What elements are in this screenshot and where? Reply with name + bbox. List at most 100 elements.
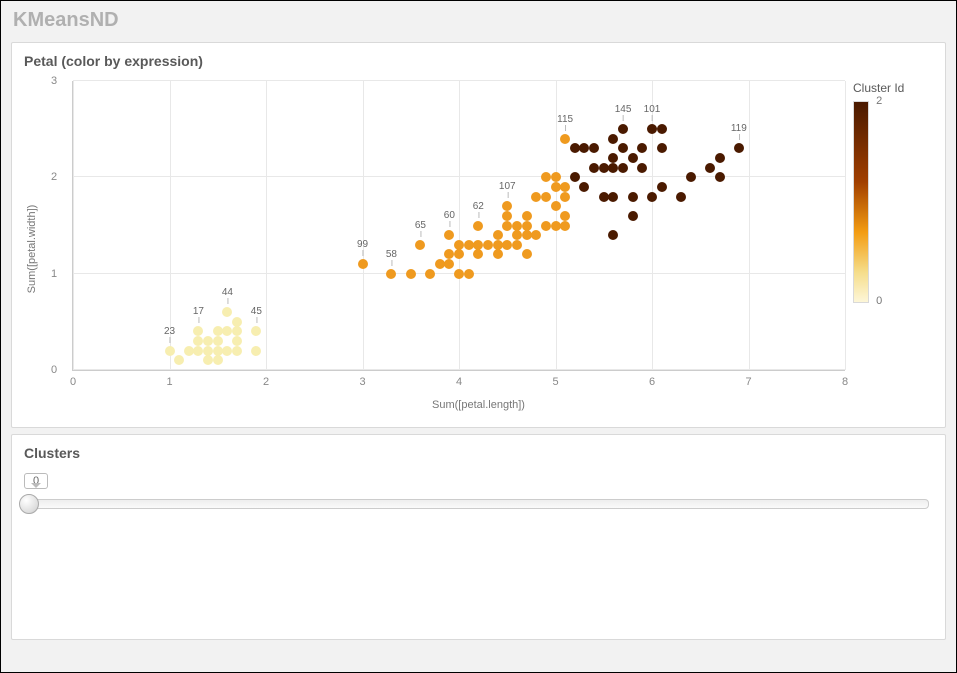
data-point[interactable]: [657, 124, 667, 134]
data-point[interactable]: [425, 269, 435, 279]
data-point[interactable]: [251, 326, 261, 336]
data-point[interactable]: [493, 230, 503, 240]
data-point[interactable]: [203, 336, 213, 346]
data-point[interactable]: [579, 182, 589, 192]
data-point[interactable]: [213, 336, 223, 346]
data-point[interactable]: [454, 240, 464, 250]
data-point[interactable]: [647, 124, 657, 134]
data-point[interactable]: [541, 172, 551, 182]
data-point[interactable]: [213, 355, 223, 365]
data-point[interactable]: [608, 153, 618, 163]
data-point[interactable]: [174, 355, 184, 365]
data-point[interactable]: [473, 240, 483, 250]
data-point[interactable]: [551, 182, 561, 192]
data-point[interactable]: [647, 192, 657, 202]
data-point[interactable]: [444, 249, 454, 259]
data-point[interactable]: [203, 355, 213, 365]
data-point[interactable]: [531, 192, 541, 202]
data-point[interactable]: [657, 143, 667, 153]
data-point[interactable]: [483, 240, 493, 250]
data-point[interactable]: [512, 230, 522, 240]
data-point[interactable]: [560, 134, 570, 144]
data-point[interactable]: [618, 163, 628, 173]
data-point[interactable]: [657, 182, 667, 192]
data-point[interactable]: [232, 336, 242, 346]
data-point[interactable]: [435, 259, 445, 269]
data-point[interactable]: [213, 346, 223, 356]
data-point[interactable]: [184, 346, 194, 356]
data-point[interactable]: [560, 182, 570, 192]
data-point[interactable]: [589, 143, 599, 153]
data-point[interactable]: [560, 221, 570, 231]
data-point[interactable]: [608, 134, 618, 144]
data-point[interactable]: [193, 336, 203, 346]
data-point[interactable]: [222, 346, 232, 356]
data-point[interactable]: [502, 221, 512, 231]
data-point[interactable]: [570, 143, 580, 153]
data-point[interactable]: [222, 326, 232, 336]
data-point[interactable]: [193, 326, 203, 336]
data-point[interactable]: [637, 163, 647, 173]
data-point[interactable]: [358, 259, 368, 269]
data-point[interactable]: [560, 192, 570, 202]
data-point[interactable]: [608, 230, 618, 240]
data-point[interactable]: [637, 143, 647, 153]
data-point[interactable]: [676, 192, 686, 202]
data-point[interactable]: [454, 249, 464, 259]
data-point[interactable]: [551, 172, 561, 182]
data-point[interactable]: [599, 192, 609, 202]
data-point[interactable]: [522, 221, 532, 231]
data-point[interactable]: [232, 326, 242, 336]
data-point[interactable]: [464, 240, 474, 250]
data-point[interactable]: [512, 240, 522, 250]
data-point[interactable]: [734, 143, 744, 153]
data-point[interactable]: [213, 326, 223, 336]
slider-track[interactable]: [28, 499, 929, 509]
data-point[interactable]: [473, 221, 483, 231]
data-point[interactable]: [618, 143, 628, 153]
data-point[interactable]: [493, 249, 503, 259]
data-point[interactable]: [473, 249, 483, 259]
data-point[interactable]: [541, 221, 551, 231]
data-point[interactable]: [618, 124, 628, 134]
chart-body[interactable]: Sum([petal.width]) 012345678012323174445…: [24, 73, 933, 413]
data-point[interactable]: [193, 346, 203, 356]
data-point[interactable]: [502, 211, 512, 221]
plot-area[interactable]: 0123456780123231744459958656062107115145…: [72, 81, 845, 371]
data-point[interactable]: [502, 240, 512, 250]
data-point[interactable]: [203, 346, 213, 356]
data-point[interactable]: [715, 172, 725, 182]
data-point[interactable]: [628, 192, 638, 202]
data-point[interactable]: [454, 269, 464, 279]
slider-thumb[interactable]: [19, 494, 39, 514]
data-point[interactable]: [386, 269, 396, 279]
data-point[interactable]: [570, 172, 580, 182]
data-point[interactable]: [232, 346, 242, 356]
data-point[interactable]: [444, 259, 454, 269]
data-point[interactable]: [415, 240, 425, 250]
data-point[interactable]: [608, 163, 618, 173]
data-point[interactable]: [232, 317, 242, 327]
data-point[interactable]: [686, 172, 696, 182]
data-point[interactable]: [599, 163, 609, 173]
data-point[interactable]: [522, 211, 532, 221]
data-point[interactable]: [493, 240, 503, 250]
data-point[interactable]: [628, 153, 638, 163]
data-point[interactable]: [579, 143, 589, 153]
data-point[interactable]: [560, 211, 570, 221]
data-point[interactable]: [222, 307, 232, 317]
data-point[interactable]: [464, 269, 474, 279]
data-point[interactable]: [512, 221, 522, 231]
data-point[interactable]: [589, 163, 599, 173]
clusters-slider[interactable]: 0: [24, 471, 933, 509]
data-point[interactable]: [551, 201, 561, 211]
data-point[interactable]: [165, 346, 175, 356]
data-point[interactable]: [628, 211, 638, 221]
data-point[interactable]: [608, 192, 618, 202]
data-point[interactable]: [715, 153, 725, 163]
data-point[interactable]: [406, 269, 416, 279]
data-point[interactable]: [251, 346, 261, 356]
data-point[interactable]: [444, 230, 454, 240]
data-point[interactable]: [522, 249, 532, 259]
data-point[interactable]: [531, 230, 541, 240]
